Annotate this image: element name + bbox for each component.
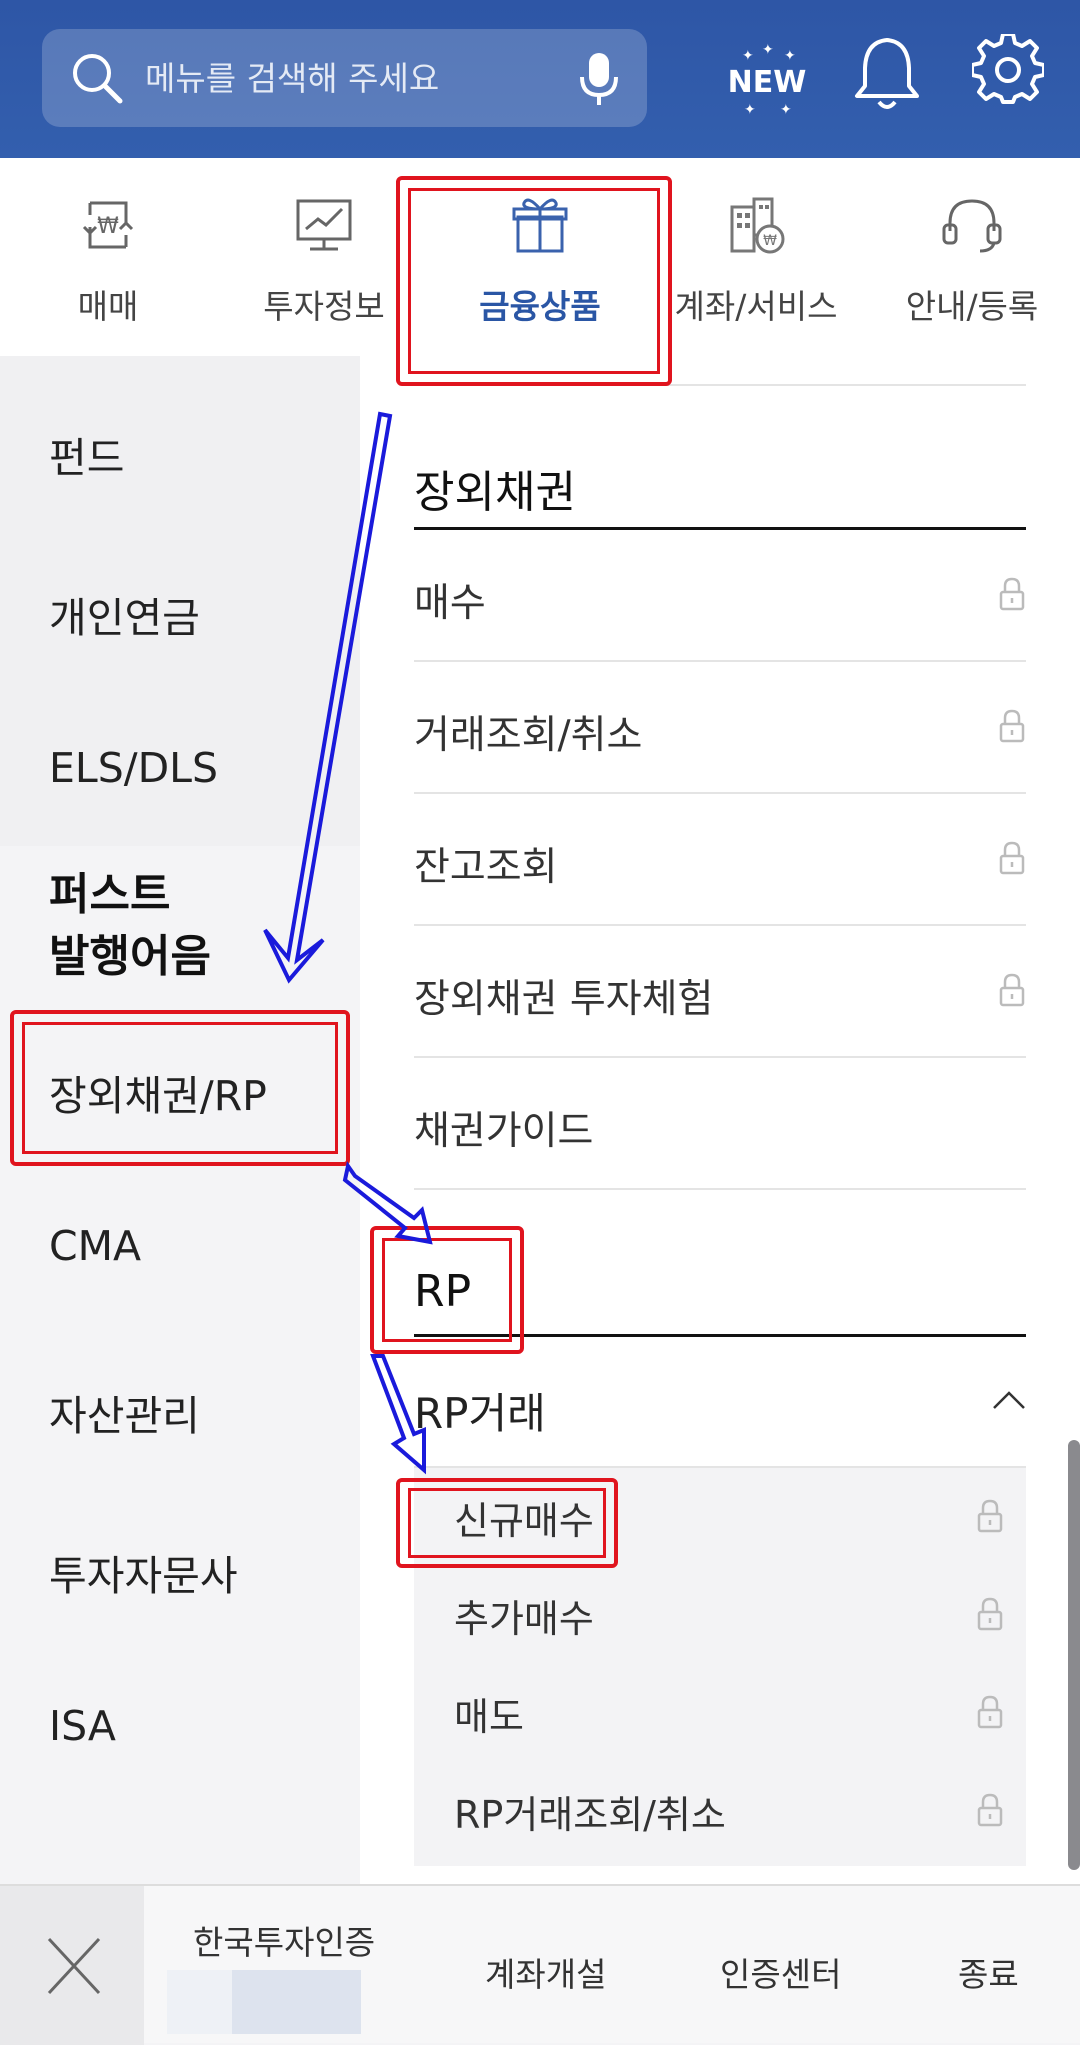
menu-item-buy[interactable]: 매수	[414, 530, 1026, 662]
svg-text:✦: ✦	[784, 48, 796, 64]
section-divider	[414, 1334, 1026, 1337]
submenu-item-new-buy[interactable]: 신규매수	[440, 1468, 1026, 1566]
cert-placeholder	[232, 1970, 361, 2034]
category-tab-bar: ₩ 매매 투자정보 금융상품 ₩ 계좌/서비스 안내/등록	[0, 158, 1080, 356]
tab-label: 투자정보	[263, 287, 385, 326]
menu-item-label: 매수	[414, 581, 486, 626]
section-title-otc-bond: 장외채권	[414, 467, 576, 518]
tab-label: 계좌/서비스	[674, 287, 838, 326]
svg-text:✦: ✦	[780, 102, 792, 116]
sidebar-item-els-dls[interactable]: ELS/DLS	[49, 744, 218, 792]
tab-label: 금융상품	[479, 287, 601, 326]
new-badge-text: NEW	[728, 65, 807, 100]
rp-trade-submenu: 신규매수 추가매수 매도 RP거래조회/취소	[414, 1468, 1026, 1866]
lock-icon	[977, 1793, 1003, 1827]
tab-financial-products[interactable]: 금융상품	[432, 158, 648, 356]
menu-item-label: 잔고조회	[414, 845, 558, 890]
tab-account-service[interactable]: ₩ 계좌/서비스	[648, 158, 864, 356]
group-label: RP거래	[414, 1389, 546, 1438]
sidebar-item-advisory[interactable]: 투자자문사	[49, 1542, 238, 1602]
tab-invest-info[interactable]: 투자정보	[216, 158, 432, 356]
bell-icon[interactable]	[852, 34, 922, 114]
microphone-icon[interactable]	[577, 51, 621, 107]
menu-item-trade-inquiry[interactable]: 거래조회/취소	[414, 662, 1026, 794]
top-bar: NEW ✦ ✦ ✦ ✦ ✦	[0, 0, 1080, 158]
bottom-bar: 한국투자인증 계좌개설 인증센터 종료	[0, 1884, 1080, 2045]
sidebar-item-otc-bond-rp[interactable]: 장외채권/RP	[49, 1062, 267, 1122]
lock-icon	[999, 973, 1025, 1007]
gear-icon[interactable]	[972, 34, 1044, 106]
new-menu-icon[interactable]: NEW ✦ ✦ ✦ ✦ ✦	[722, 36, 812, 118]
lock-icon	[977, 1499, 1003, 1533]
svg-text:✦: ✦	[762, 42, 774, 58]
sidebar-item-asset-management[interactable]: 자산관리	[49, 1382, 200, 1442]
scrollbar[interactable]	[1068, 1440, 1080, 1870]
cert-label: 한국투자인증	[193, 1923, 376, 1962]
menu-item-balance[interactable]: 잔고조회	[414, 794, 1026, 926]
submenu-label: RP거래조회/취소	[454, 1793, 726, 1837]
search-icon	[73, 54, 123, 104]
svg-text:✦: ✦	[744, 102, 756, 116]
lock-icon	[999, 709, 1025, 743]
menu-item-label: 장외채권 투자체험	[414, 977, 714, 1022]
submenu-item-rp-trade-inquiry[interactable]: RP거래조회/취소	[440, 1762, 1026, 1860]
tab-label: 매매	[77, 287, 139, 326]
submenu-item-additional-buy[interactable]: 추가매수	[440, 1566, 1026, 1664]
sidebar-item-cma[interactable]: CMA	[49, 1222, 141, 1270]
tab-guide-register[interactable]: 안내/등록	[864, 158, 1080, 356]
menu-item-label: 채권가이드	[414, 1109, 594, 1154]
lock-icon	[999, 577, 1025, 611]
lock-icon	[977, 1695, 1003, 1729]
gift-icon	[512, 198, 568, 253]
category-sidebar: 펀드 개인연금 ELS/DLS 퍼스트 발행어음 장외채권/RP CMA 자산관…	[0, 356, 360, 1884]
exit-label: 종료	[958, 1955, 1019, 1994]
lock-icon	[999, 841, 1025, 875]
menu-item-bond-trial[interactable]: 장외채권 투자체험	[414, 926, 1026, 1058]
tab-label: 안내/등록	[905, 287, 1039, 326]
sidebar-item-personal-pension[interactable]: 개인연금	[49, 584, 200, 644]
svg-text:₩: ₩	[97, 214, 119, 239]
headset-icon	[942, 199, 1002, 253]
account-open-label: 계좌개설	[485, 1955, 607, 1994]
submenu-label: 추가매수	[454, 1597, 594, 1641]
submenu-label: 매도	[454, 1695, 524, 1739]
sidebar-item-first-note[interactable]: 퍼스트 발행어음	[49, 864, 211, 988]
search-input[interactable]	[145, 29, 585, 127]
svg-text:₩: ₩	[763, 233, 777, 249]
chart-monitor-icon	[296, 199, 352, 251]
divider	[414, 384, 1026, 386]
close-button[interactable]	[0, 1886, 144, 2045]
submenu-item-sell[interactable]: 매도	[440, 1664, 1026, 1762]
close-icon	[47, 1937, 101, 1995]
rp-trade-group-toggle[interactable]: RP거래	[414, 1340, 1026, 1468]
svg-text:✦: ✦	[742, 48, 754, 64]
tab-trade[interactable]: ₩ 매매	[0, 158, 216, 356]
section-title-rp: RP	[414, 1266, 472, 1317]
sidebar-item-isa[interactable]: ISA	[49, 1702, 116, 1750]
menu-item-bond-guide[interactable]: 채권가이드	[414, 1058, 1026, 1190]
building-won-icon: ₩	[730, 197, 785, 254]
korea-invest-cert-button[interactable]: 한국투자인증	[144, 1886, 404, 2045]
sidebar-item-fund[interactable]: 펀드	[49, 424, 124, 484]
cert-center-label: 인증센터	[720, 1955, 842, 1994]
submenu-label: 신규매수	[454, 1499, 594, 1543]
search-bar[interactable]	[42, 29, 647, 127]
chevron-up-icon	[993, 1391, 1025, 1409]
menu-item-label: 거래조회/취소	[414, 713, 643, 758]
lock-icon	[977, 1597, 1003, 1631]
won-exchange-icon: ₩	[82, 201, 134, 249]
